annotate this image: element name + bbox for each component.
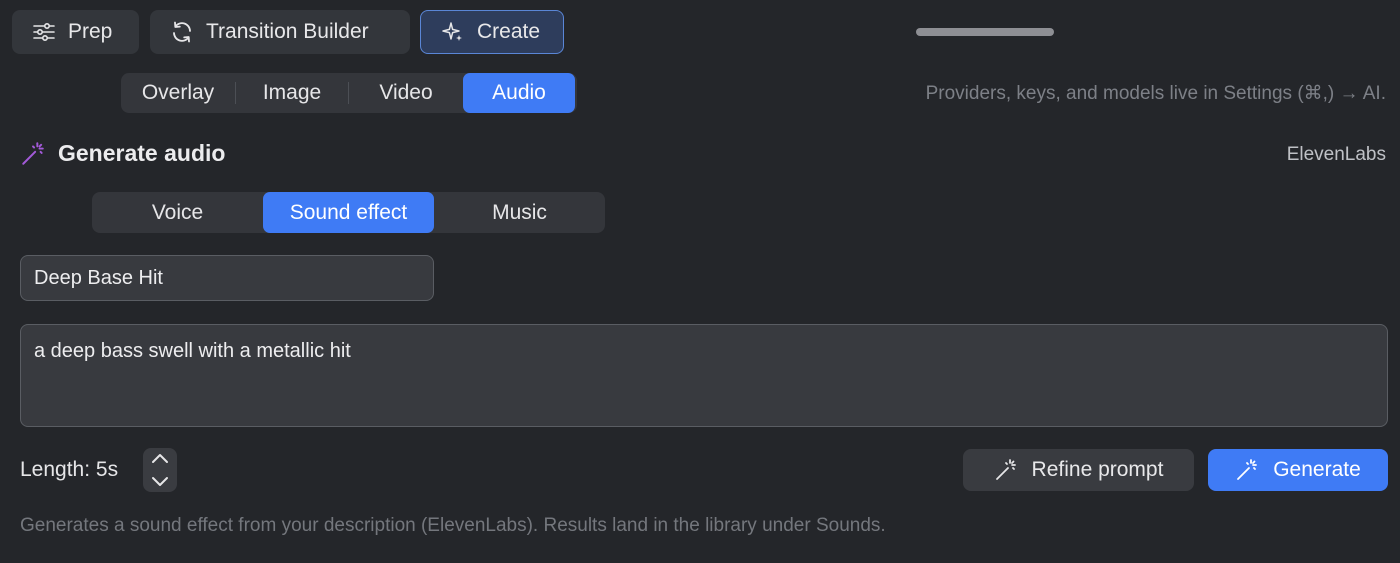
tab-audio[interactable]: Audio [463, 73, 575, 113]
chevron-down-icon[interactable] [150, 474, 170, 488]
sound-name-input[interactable] [20, 255, 434, 301]
length-stepper[interactable] [143, 448, 177, 492]
prep-label: Prep [68, 20, 113, 43]
transition-builder-button[interactable]: Transition Builder [150, 10, 410, 54]
create-label: Create [477, 20, 541, 43]
tab-video[interactable]: Video [349, 73, 463, 113]
length-label: Length: 5s [20, 458, 119, 481]
create-button[interactable]: Create [420, 10, 564, 54]
footer-hint: Generates a sound effect from your descr… [20, 515, 886, 536]
refine-prompt-button[interactable]: Refine prompt [963, 449, 1194, 491]
media-type-tabs: Overlay Image Video Audio [121, 73, 577, 113]
tab-image[interactable]: Image [236, 73, 348, 113]
transition-builder-label: Transition Builder [206, 20, 369, 43]
chevron-up-icon[interactable] [150, 452, 170, 466]
sliders-icon [33, 22, 55, 42]
refresh-icon [173, 21, 191, 43]
magic-wand-icon [1237, 459, 1258, 480]
audio-type-tabs: Voice Sound effect Music [92, 192, 605, 233]
window-drag-handle[interactable] [916, 28, 1054, 36]
sparkle-icon [442, 22, 462, 41]
generate-button[interactable]: Generate [1208, 449, 1388, 491]
tab-music[interactable]: Music [434, 192, 605, 233]
magic-wand-icon [995, 459, 1016, 480]
tab-voice[interactable]: Voice [92, 192, 263, 233]
section-title: Generate audio [58, 140, 226, 166]
prep-button[interactable]: Prep [12, 10, 139, 54]
provider-label: ElevenLabs [1286, 144, 1386, 165]
settings-hint: Providers, keys, and models live in Sett… [925, 83, 1386, 104]
tab-sound-effect[interactable]: Sound effect [263, 192, 434, 233]
refine-prompt-label: Refine prompt [1031, 458, 1164, 481]
prompt-textarea[interactable]: a deep bass swell with a metallic hit [20, 324, 1388, 427]
section-header: Generate audio [20, 140, 225, 167]
magic-wand-icon [22, 141, 44, 165]
tab-overlay[interactable]: Overlay [121, 73, 235, 113]
generate-label: Generate [1273, 458, 1361, 481]
